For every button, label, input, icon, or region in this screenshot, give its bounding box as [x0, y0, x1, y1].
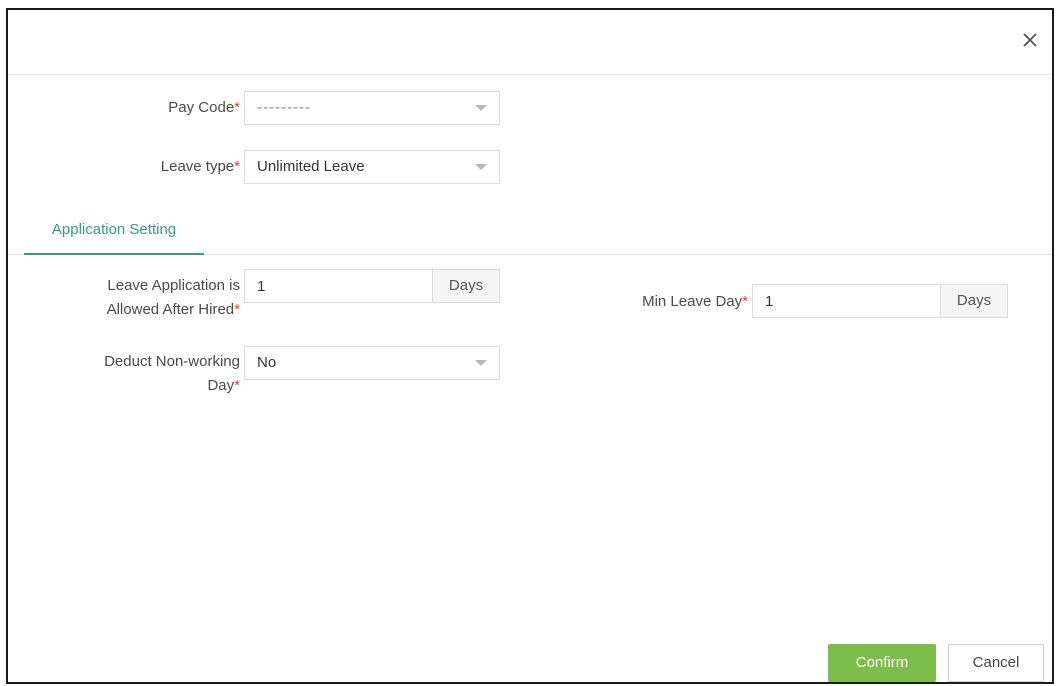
min-leave-day-input[interactable] [753, 285, 940, 317]
days-unit-addon: Days [940, 285, 1007, 317]
active-tab-indicator [24, 253, 204, 255]
chevron-down-icon [475, 360, 487, 366]
min-leave-day-field: Days [752, 284, 1008, 318]
leave-after-hired-label: Leave Application is Allowed After Hired… [28, 274, 240, 322]
confirm-button[interactable]: Confirm [828, 644, 936, 682]
leave-type-select[interactable]: Unlimited Leave [244, 150, 500, 184]
confirm-button-label: Confirm [855, 654, 909, 671]
min-leave-day-label-text: Min Leave Day [642, 293, 743, 310]
pay-code-select[interactable]: --------- [244, 91, 500, 125]
tab-application-setting-label: Application Setting [51, 221, 177, 238]
required-mark: * [234, 377, 240, 394]
required-mark: * [234, 158, 240, 175]
cancel-button[interactable]: Cancel [948, 644, 1044, 682]
leave-type-label-text: Leave type [160, 158, 235, 175]
leave-after-hired-input[interactable] [245, 270, 432, 302]
close-icon [1023, 33, 1037, 47]
pay-code-value: --------- [257, 99, 311, 116]
leave-type-value: Unlimited Leave [257, 158, 365, 175]
days-unit-addon: Days [432, 270, 499, 302]
chevron-down-icon [475, 164, 487, 170]
leave-type-label: Leave type* [68, 155, 240, 179]
required-mark: * [234, 99, 240, 116]
pay-code-label-text: Pay Code [168, 99, 235, 116]
leave-after-hired-field: Days [244, 269, 500, 303]
leave-after-hired-label-line2: Allowed After Hired [106, 301, 235, 318]
cancel-button-label: Cancel [972, 654, 1020, 671]
deduct-non-working-day-label-line1: Deduct Non-working [104, 353, 240, 370]
tab-application-setting[interactable]: Application Setting [24, 214, 204, 254]
deduct-non-working-day-label: Deduct Non-working Day* [28, 350, 240, 398]
deduct-non-working-day-label-line2: Day [207, 377, 235, 394]
min-leave-day-label: Min Leave Day* [568, 290, 748, 314]
pay-code-label: Pay Code* [68, 96, 240, 120]
deduct-non-working-day-select[interactable]: No [244, 346, 500, 380]
close-button[interactable] [1018, 28, 1042, 52]
required-mark: * [742, 293, 748, 310]
leave-after-hired-label-line1: Leave Application is [107, 277, 240, 294]
dialog-header [8, 10, 1052, 75]
leave-settings-dialog: Pay Code* --------- Leave type* Unlimite… [6, 8, 1054, 684]
deduct-non-working-day-value: No [257, 354, 277, 371]
required-mark: * [234, 301, 240, 318]
chevron-down-icon [475, 105, 487, 111]
